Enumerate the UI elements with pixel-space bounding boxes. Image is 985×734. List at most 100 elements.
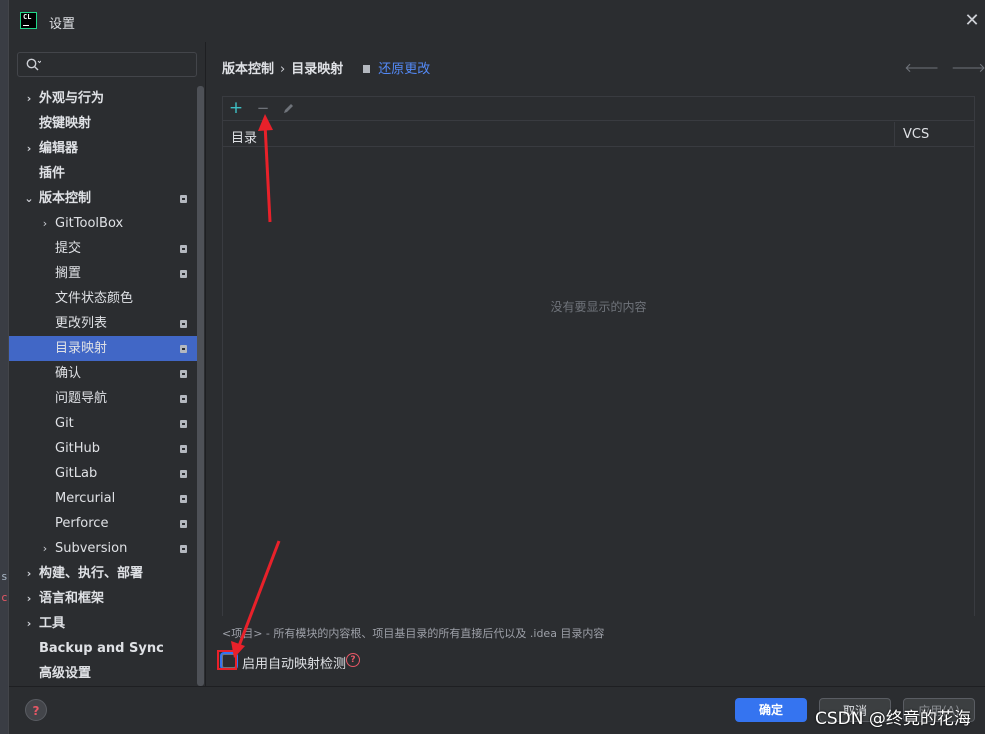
sidebar-item-label: 高级设置 <box>39 666 92 681</box>
help-icon[interactable]: ? <box>25 699 47 721</box>
chevron-right-icon[interactable]: › <box>23 611 35 636</box>
project-footnote: <项目> - 所有模块的内容根、项目基目录的所有直接后代以及 .idea 目录内… <box>222 627 605 640</box>
sidebar-item-shelf[interactable]: 搁置 <box>9 261 197 286</box>
chevron-right-icon[interactable]: › <box>39 211 51 236</box>
sidebar-item-label: 外观与行为 <box>39 91 105 106</box>
sidebar-item-gitlab[interactable]: GitLab <box>9 461 197 486</box>
sidebar-item-git[interactable]: Git <box>9 411 197 436</box>
lock-icon <box>180 520 187 528</box>
sidebar-item-gittoolbox[interactable]: › GitToolBox <box>9 211 197 236</box>
title-bar: CL 设置 ✕ <box>9 0 985 42</box>
sidebar-item-mercurial[interactable]: Mercurial <box>9 486 197 511</box>
sidebar-item-keymap[interactable]: 按键映射 <box>9 111 197 136</box>
forward-arrow-icon[interactable]: 🡒 <box>951 61 985 76</box>
sidebar-item-label: Git <box>55 416 74 431</box>
chevron-right-icon: › <box>280 62 286 77</box>
sidebar-item-label: 更改列表 <box>55 316 108 331</box>
sidebar-item-appearance[interactable]: › 外观与行为 <box>9 86 197 111</box>
background-window-edge <box>0 0 8 734</box>
sidebar-item-label: 按键映射 <box>39 116 92 131</box>
sidebar-item-confirmation[interactable]: 确认 <box>9 361 197 386</box>
table-body[interactable]: 没有要显示的内容 <box>223 148 974 616</box>
sidebar-item-label: 提交 <box>55 241 82 256</box>
sidebar-item-label: GitLab <box>55 466 98 481</box>
empty-table-message: 没有要显示的内容 <box>550 300 647 314</box>
sidebar-item-github[interactable]: GitHub <box>9 436 197 461</box>
chevron-right-icon[interactable]: › <box>23 561 35 586</box>
sidebar-item-editor[interactable]: › 编辑器 <box>9 136 197 161</box>
background-text: s <box>1 570 8 583</box>
sidebar-item-label: Subversion <box>55 541 128 556</box>
sidebar-item-file-status-colors[interactable]: 文件状态颜色 <box>9 286 197 311</box>
sidebar-item-label: GitHub <box>55 441 101 456</box>
chevron-right-icon[interactable]: › <box>23 86 35 111</box>
sidebar-item-plugins[interactable]: 插件 <box>9 161 197 186</box>
lock-icon <box>180 545 187 553</box>
search-icon <box>26 58 41 71</box>
reset-changes-link[interactable]: 还原更改 <box>378 62 430 77</box>
sidebar-item-label: 文件状态颜色 <box>55 291 134 306</box>
chevron-right-icon[interactable]: › <box>39 536 51 561</box>
sidebar-item-label: Perforce <box>55 516 109 531</box>
lock-icon <box>180 195 187 203</box>
navigation-arrows: 🡐 🡒 <box>892 60 985 76</box>
table-toolbar: + − <box>223 97 974 121</box>
sidebar-item-label: 确认 <box>55 366 82 381</box>
column-header-directory[interactable]: 目录 <box>231 127 257 146</box>
help-icon[interactable]: ? <box>346 653 360 667</box>
auto-detect-label[interactable]: 启用自动映射检测 <box>242 653 346 672</box>
sidebar-item-label: 插件 <box>39 166 66 181</box>
settings-tree: › 外观与行为 按键映射 › 编辑器 插件 ⌄ 版本控制 › GitToolBo… <box>9 86 197 686</box>
add-icon[interactable]: + <box>227 99 245 117</box>
edit-pencil-icon[interactable] <box>279 99 297 117</box>
sidebar-item-build-execution-deployment[interactable]: › 构建、执行、部署 <box>9 561 197 586</box>
sidebar-item-label: 工具 <box>39 616 66 631</box>
sidebar-item-label: 语言和框架 <box>39 591 105 606</box>
sidebar-item-languages-frameworks[interactable]: › 语言和框架 <box>9 586 197 611</box>
sidebar-item-subversion[interactable]: › Subversion <box>9 536 197 561</box>
chevron-right-icon[interactable]: › <box>23 136 35 161</box>
settings-content: 版本控制 › 目录映射 还原更改 🡐 🡒 + − 目录 VCS 没有要显示的内容 <项目… <box>206 42 985 686</box>
sidebar-scrollbar[interactable] <box>197 86 204 686</box>
sidebar-item-perforce[interactable]: Perforce <box>9 511 197 536</box>
chevron-down-icon[interactable]: ⌄ <box>23 186 35 211</box>
watermark: CSDN @终竟的花海 <box>815 709 971 729</box>
breadcrumb-parent[interactable]: 版本控制 <box>222 62 274 77</box>
sidebar-item-commit[interactable]: 提交 <box>9 236 197 261</box>
sidebar-item-changelists[interactable]: 更改列表 <box>9 311 197 336</box>
column-header-vcs[interactable]: VCS <box>894 122 976 147</box>
sidebar-item-label: 问题导航 <box>55 391 108 406</box>
lock-icon <box>180 470 187 478</box>
close-icon[interactable]: ✕ <box>963 12 981 30</box>
sidebar-item-label: 目录映射 <box>55 341 108 356</box>
breadcrumb-current: 目录映射 <box>291 62 344 77</box>
clion-logo-icon: CL <box>20 12 37 29</box>
sidebar-item-label: 搁置 <box>55 266 82 281</box>
sidebar-item-label: GitToolBox <box>55 216 124 231</box>
sidebar-item-directory-mappings[interactable]: 目录映射 <box>9 336 197 361</box>
lock-icon <box>180 445 187 453</box>
sidebar-item-label: 版本控制 <box>39 191 92 206</box>
search-input[interactable] <box>17 52 197 77</box>
lock-icon <box>180 420 187 428</box>
lock-icon <box>363 65 371 73</box>
sidebar-item-backup-and-sync[interactable]: Backup and Sync <box>9 636 197 661</box>
lock-icon <box>180 270 187 278</box>
sidebar-item-version-control[interactable]: ⌄ 版本控制 <box>9 186 197 211</box>
auto-detect-checkbox[interactable] <box>222 654 236 668</box>
lock-icon <box>180 395 187 403</box>
settings-sidebar: › 外观与行为 按键映射 › 编辑器 插件 ⌄ 版本控制 › GitToolBo… <box>9 42 205 686</box>
lock-icon <box>180 245 187 253</box>
background-text: c <box>1 591 8 604</box>
sidebar-item-advanced-settings[interactable]: 高级设置 <box>9 661 197 686</box>
window-title: 设置 <box>49 17 76 32</box>
breadcrumb: 版本控制 › 目录映射 还原更改 <box>222 58 430 77</box>
sidebar-item-tools[interactable]: › 工具 <box>9 611 197 636</box>
table-header: 目录 VCS <box>223 122 974 147</box>
sidebar-item-issue-navigation[interactable]: 问题导航 <box>9 386 197 411</box>
back-arrow-icon[interactable]: 🡐 <box>904 61 939 76</box>
ok-button[interactable]: 确定 <box>735 698 807 722</box>
remove-icon[interactable]: − <box>254 99 272 117</box>
chevron-right-icon[interactable]: › <box>23 586 35 611</box>
directory-mappings-panel: + − 目录 VCS 没有要显示的内容 <box>222 96 975 616</box>
